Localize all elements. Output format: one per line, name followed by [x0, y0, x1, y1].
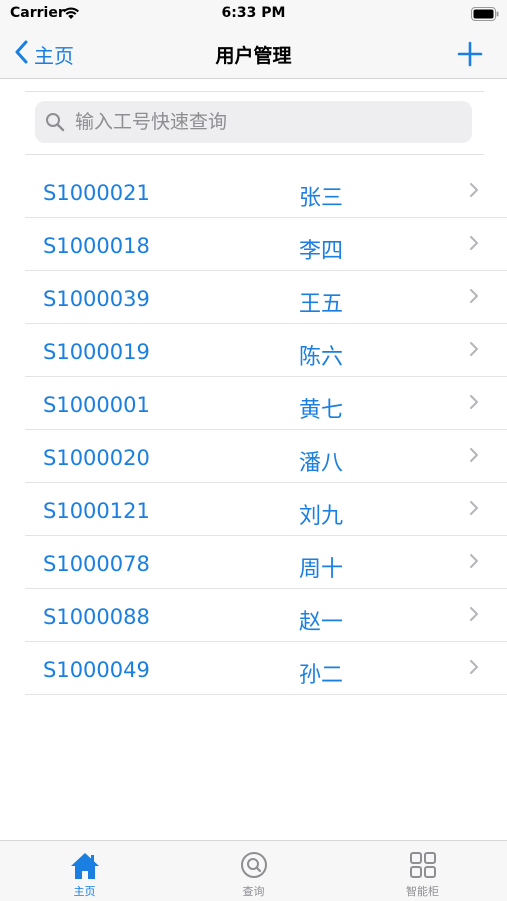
user-id: S1000088: [43, 605, 150, 629]
chevron-right-icon: [469, 447, 479, 467]
chevron-right-icon: [469, 182, 479, 202]
page-title: 用户管理: [215, 45, 292, 67]
user-name: 周十: [299, 557, 344, 582]
search-input[interactable]: [73, 110, 457, 134]
chevron-right-icon: [469, 288, 479, 308]
search-section: [25, 91, 484, 155]
status-time: 6:33 PM: [221, 5, 286, 21]
home-icon: [69, 851, 101, 885]
user-name: 潘八: [299, 451, 344, 476]
user-row[interactable]: S1000121 刘九: [25, 483, 507, 536]
user-list: S1000021 张三 S1000018 李四 S1000039 王五 S1000019 陈六…: [25, 165, 507, 695]
search-bar[interactable]: [35, 101, 472, 143]
navigation-bar: 主页 用户管理: [0, 30, 507, 79]
user-row[interactable]: S1000078 周十: [25, 536, 507, 589]
user-name: 张三: [299, 186, 344, 211]
chevron-right-icon: [469, 341, 479, 361]
chevron-right-icon: [469, 606, 479, 626]
user-name: 陈六: [299, 345, 344, 370]
user-row[interactable]: S1000019 陈六: [25, 324, 507, 377]
user-id: S1000039: [43, 287, 150, 311]
user-name: 刘九: [299, 504, 344, 529]
tab-home-label: 主页: [73, 885, 96, 898]
user-row[interactable]: S1000049 孙二: [25, 642, 507, 695]
chevron-right-icon: [469, 394, 479, 414]
user-row[interactable]: S1000021 张三: [25, 165, 507, 218]
user-name: 李四: [299, 239, 344, 264]
user-name: 赵一: [299, 610, 344, 635]
user-id: S1000020: [43, 446, 150, 470]
user-name: 孙二: [299, 663, 344, 688]
user-name: 王五: [299, 292, 344, 317]
tab-smart-cabinet-label: 智能柜: [406, 885, 439, 898]
battery-icon: [471, 6, 499, 25]
tab-smart-cabinet[interactable]: 智能柜: [338, 841, 507, 901]
user-row[interactable]: S1000001 黄七: [25, 377, 507, 430]
chevron-right-icon: [469, 553, 479, 573]
tab-search[interactable]: 查询: [169, 841, 338, 901]
user-id: S1000121: [43, 499, 150, 523]
user-row[interactable]: S1000039 王五: [25, 271, 507, 324]
grid-icon: [409, 851, 437, 883]
user-id: S1000018: [43, 234, 150, 258]
chevron-right-icon: [469, 500, 479, 520]
tab-search-label: 查询: [242, 885, 265, 898]
user-id: S1000019: [43, 340, 150, 364]
magnifier-icon: [45, 112, 65, 132]
user-row[interactable]: S1000088 赵一: [25, 589, 507, 642]
user-name: 黄七: [299, 398, 344, 423]
user-id: S1000049: [43, 658, 150, 682]
chevron-right-icon: [469, 659, 479, 679]
user-id: S1000001: [43, 393, 150, 417]
plus-icon: [456, 41, 484, 72]
chevron-right-icon: [469, 235, 479, 255]
tab-home[interactable]: 主页: [0, 841, 169, 901]
user-row[interactable]: S1000018 李四: [25, 218, 507, 271]
search-icon: [240, 851, 268, 883]
tab-bar: 主页 查询 智能柜: [0, 840, 507, 901]
user-id: S1000021: [43, 181, 150, 205]
user-id: S1000078: [43, 552, 150, 576]
add-user-button[interactable]: [456, 40, 484, 68]
status-bar: Carrier 6:33 PM: [0, 0, 507, 30]
user-row[interactable]: S1000020 潘八: [25, 430, 507, 483]
